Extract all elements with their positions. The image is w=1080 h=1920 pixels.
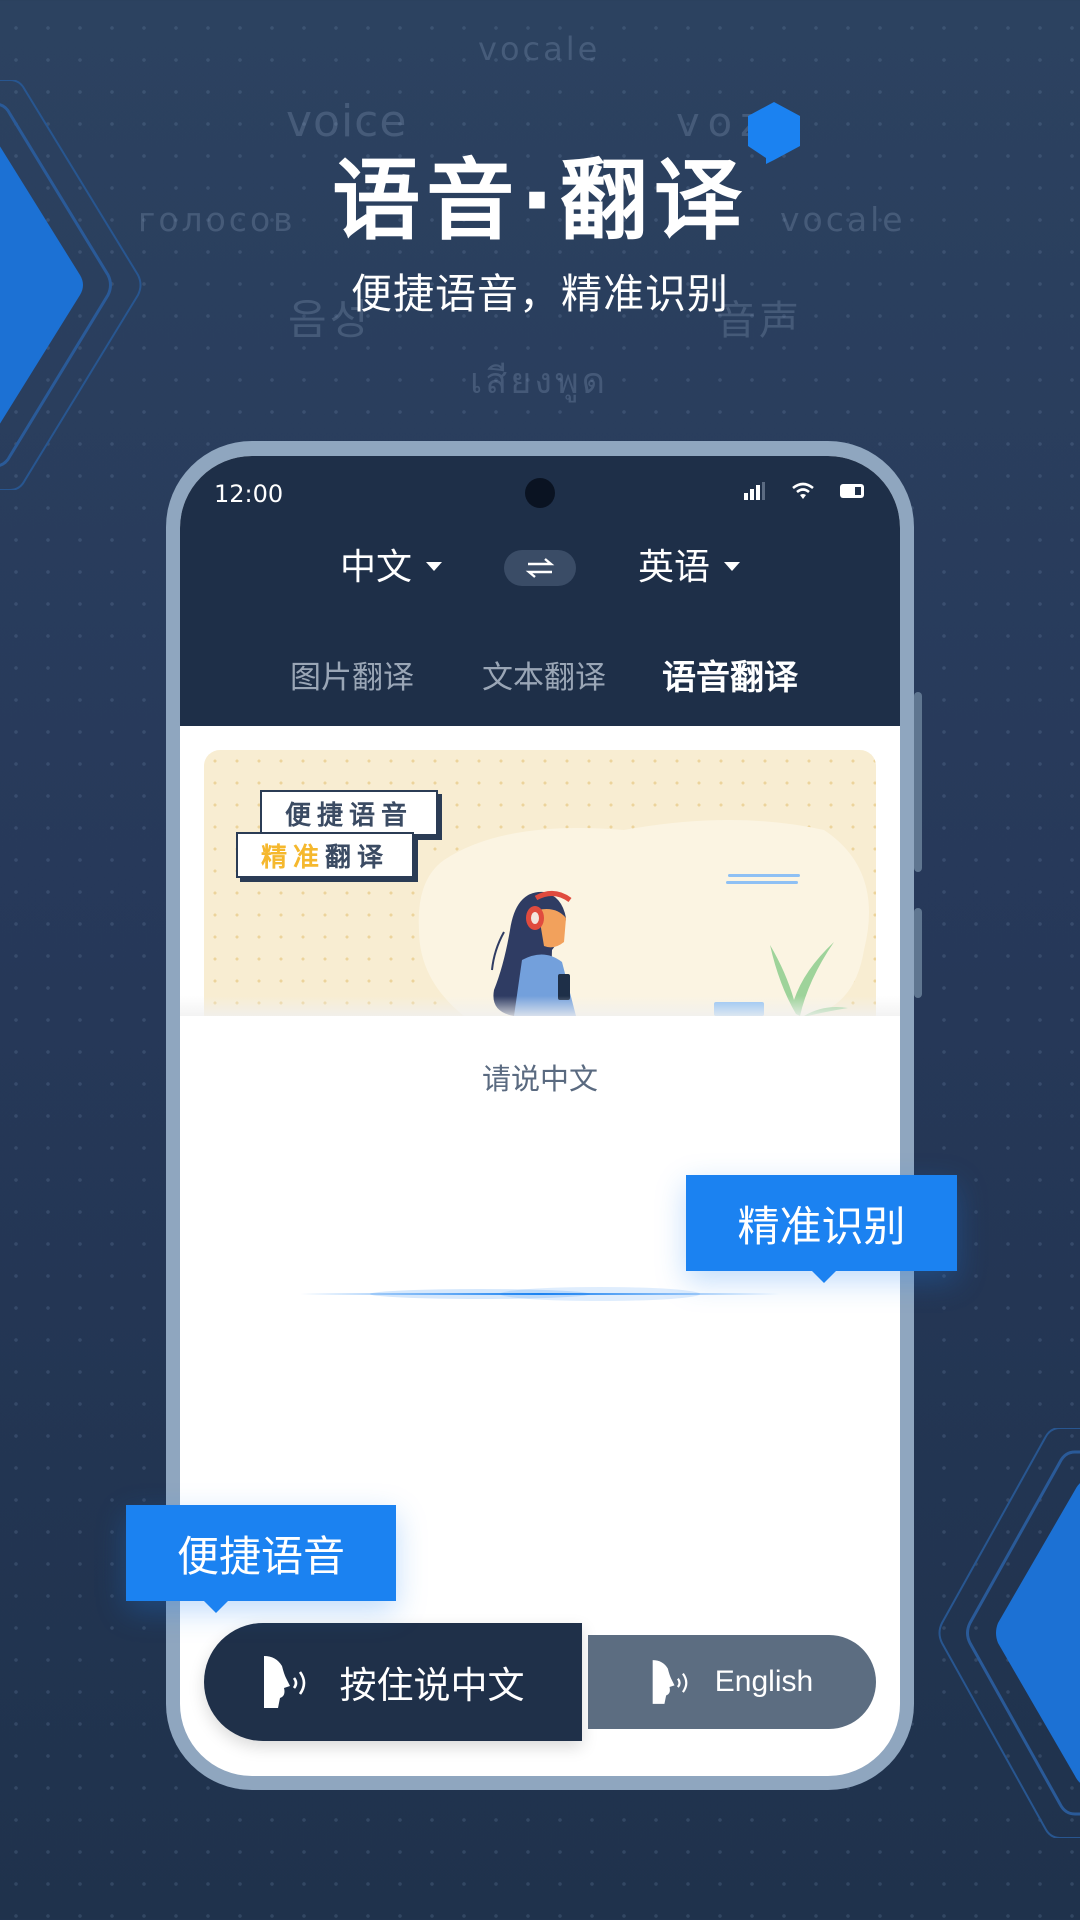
front-camera <box>525 478 555 508</box>
phone-volume-button <box>914 692 922 872</box>
target-language-label: 英语 <box>638 547 711 588</box>
voice-waveform <box>300 1287 780 1301</box>
speak-english-label: English <box>714 1665 814 1698</box>
callout-convenient-voice: 便捷语音 <box>126 1505 396 1613</box>
hero-title: 语音·翻译 <box>332 149 748 252</box>
banner-divider <box>180 996 900 1016</box>
source-language-dropdown[interactable]: 中文 <box>340 538 443 590</box>
status-icons <box>744 482 864 500</box>
app-header: 12:00 中文 英语 图片翻译 文本翻译 语音翻译 <box>180 456 900 726</box>
language-selector: 中文 英语 <box>180 538 900 598</box>
swap-arrows-icon <box>525 558 555 578</box>
callout-accurate-label: 精准识别 <box>737 1201 906 1251</box>
callout-convenient-label: 便捷语音 <box>176 1531 345 1581</box>
banner-tag-accurate-translation: 精准 翻译 <box>236 832 414 878</box>
hold-to-speak-chinese-label: 按住说中文 <box>339 1664 525 1707</box>
speech-prompt: 请说中文 <box>481 1062 598 1096</box>
target-language-dropdown[interactable]: 英语 <box>638 538 741 590</box>
signal-icon <box>744 482 765 500</box>
tab-voice-translation[interactable]: 语音翻译 <box>662 650 798 699</box>
translation-mode-tabs: 图片翻译 文本翻译 语音翻译 <box>180 652 900 702</box>
speak-english-button[interactable]: English <box>588 1635 876 1729</box>
speaking-head-icon <box>263 1656 305 1708</box>
tab-image-translation[interactable]: 图片翻译 <box>290 652 414 697</box>
banner-tag-convenient-voice: 便捷语音 <box>260 790 438 836</box>
hero-subtitle: 便捷语音，精准识别 <box>351 270 729 318</box>
banner-tag-rest: 翻译 <box>325 842 390 873</box>
battery-icon <box>840 484 864 498</box>
tab-text-translation[interactable]: 文本翻译 <box>482 652 606 697</box>
hold-to-speak-chinese-button[interactable]: 按住说中文 <box>204 1623 582 1741</box>
source-language-label: 中文 <box>340 547 413 588</box>
chevron-down-icon <box>426 561 443 571</box>
speaking-head-icon <box>652 1660 688 1704</box>
bg-word: เสียงพูด <box>470 361 609 402</box>
bg-word: vocale <box>478 30 601 68</box>
swap-languages-button[interactable] <box>504 550 576 586</box>
hexagon-decoration-right <box>938 1428 1080 1838</box>
phone-power-button <box>914 908 922 998</box>
chevron-down-icon <box>724 561 741 571</box>
callout-accurate-recognition: 精准识别 <box>686 1175 957 1283</box>
wifi-icon <box>792 482 814 499</box>
status-time: 12:00 <box>214 480 284 508</box>
promo-banner[interactable]: 便捷语音 精准 翻译 <box>204 750 876 1016</box>
banner-tag-highlight: 精准 <box>260 842 325 873</box>
